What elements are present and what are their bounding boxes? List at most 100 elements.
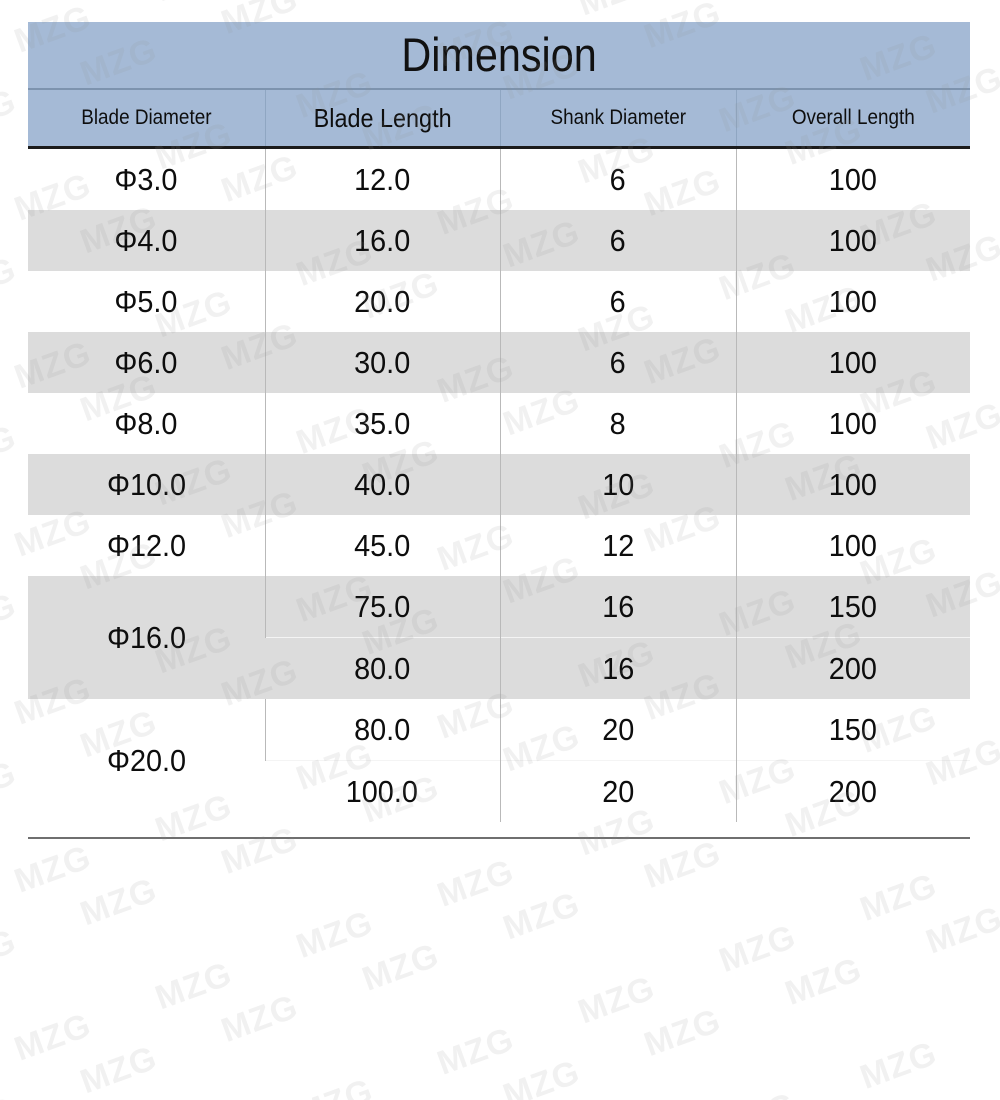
value-text: Φ16.0 bbox=[106, 619, 186, 655]
watermark-text: MZG bbox=[0, 921, 22, 985]
cell-shank-diameter: 6 bbox=[499, 271, 736, 332]
cell-overall-length: 100 bbox=[735, 271, 971, 332]
value-text: 150 bbox=[829, 588, 878, 624]
watermark-text: MZG bbox=[996, 310, 1000, 374]
value-text: 45.0 bbox=[354, 527, 411, 563]
table-row: Φ6.0 30.0 6 100 bbox=[28, 332, 971, 393]
value-text: 16 bbox=[601, 650, 635, 686]
cell-overall-length: 150 bbox=[735, 699, 971, 761]
value-text: 8 bbox=[609, 405, 627, 441]
value-text: 20.0 bbox=[354, 283, 411, 319]
value-text: Φ10.0 bbox=[106, 466, 186, 502]
table-row: Φ16.0 75.0 16 150 bbox=[28, 576, 971, 699]
watermark-text: MZG bbox=[996, 982, 1000, 1046]
value-text: Φ12.0 bbox=[106, 527, 186, 563]
table-row: Φ20.0 80.0 20 150 bbox=[28, 699, 971, 822]
cell-overall-length: 100 bbox=[735, 147, 971, 210]
cell-blade-diameter: Φ3.0 bbox=[28, 147, 265, 210]
value-text: Φ6.0 bbox=[114, 344, 178, 380]
watermark-text: MZG bbox=[780, 950, 867, 1013]
value-text: 200 bbox=[829, 650, 878, 686]
column-header-label: Overall Length bbox=[791, 106, 915, 129]
cell-overall-length: 100 bbox=[735, 332, 971, 393]
cell-blade-length: 80.0 bbox=[265, 637, 500, 699]
value-text: Φ4.0 bbox=[114, 222, 178, 258]
watermark-text: MZG bbox=[714, 917, 802, 981]
table-header-row: Blade Diameter Blade Length Shank Diamet… bbox=[28, 89, 971, 149]
watermark-text: MZG bbox=[291, 903, 379, 966]
watermark-text: MZG bbox=[0, 507, 30, 637]
cell-shank-diameter: 6 bbox=[499, 210, 736, 271]
table-row: Φ4.0 16.0 6 100 bbox=[28, 210, 971, 271]
watermark-text: MZG bbox=[150, 954, 238, 1018]
column-header-overall-length: Overall Length bbox=[735, 89, 971, 149]
cell-blade-diameter: Φ6.0 bbox=[28, 332, 265, 393]
dimension-table: Dimension Blade Diameter Blade Length Sh… bbox=[28, 22, 971, 822]
table-row: Φ5.0 20.0 6 100 bbox=[28, 271, 971, 332]
watermark-text: MZG bbox=[432, 852, 520, 915]
cell-blade-diameter: Φ12.0 bbox=[28, 515, 265, 576]
cell-overall-length: 100 bbox=[735, 210, 971, 271]
column-header-label: Shank Diameter bbox=[550, 106, 686, 129]
page-title: Dimension bbox=[401, 28, 597, 81]
cell-blade-diameter: Φ4.0 bbox=[28, 210, 265, 271]
cell-blade-length: 100.0 bbox=[265, 760, 500, 822]
watermark-text: MZG bbox=[498, 1052, 586, 1100]
watermark-row: MZGMZGMZGMZGMZGMZGMZGMZGMZGMZGMZGMZGMZGM… bbox=[0, 945, 1000, 1100]
value-text: 16 bbox=[601, 588, 635, 624]
cell-overall-length: 200 bbox=[735, 760, 971, 822]
value-text: Φ5.0 bbox=[114, 283, 178, 319]
cell-overall-length: 100 bbox=[735, 393, 971, 454]
watermark-text: MZG bbox=[996, 478, 1000, 542]
column-header-shank-diameter: Shank Diameter bbox=[499, 89, 736, 149]
watermark-text: MZG bbox=[996, 814, 1000, 878]
cell-overall-length: 100 bbox=[735, 515, 971, 576]
watermark-text: MZG bbox=[143, 1077, 313, 1100]
value-text: 6 bbox=[609, 344, 627, 380]
watermark-text: MZG bbox=[565, 1091, 735, 1100]
table-bottom-rule bbox=[28, 837, 970, 839]
column-header-blade-diameter: Blade Diameter bbox=[28, 89, 265, 149]
cell-shank-diameter: 6 bbox=[499, 147, 736, 210]
cell-blade-length: 75.0 bbox=[264, 576, 500, 638]
watermark-text: MZG bbox=[349, 0, 519, 12]
watermark-text: MZG bbox=[9, 1005, 97, 1069]
cell-shank-diameter: 10 bbox=[499, 454, 736, 515]
cell-blade-length: 35.0 bbox=[264, 393, 500, 454]
cell-blade-diameter: Φ16.0 bbox=[28, 576, 265, 699]
cell-shank-diameter: 16 bbox=[499, 637, 736, 699]
table-row: Φ3.0 12.0 6 100 bbox=[28, 147, 971, 210]
value-text: Φ8.0 bbox=[114, 405, 178, 441]
value-text: 40.0 bbox=[354, 466, 411, 502]
watermark-text: MZG bbox=[996, 142, 1000, 206]
value-text: 6 bbox=[609, 283, 627, 319]
cell-shank-diameter: 20 bbox=[499, 699, 736, 761]
cell-blade-length: 45.0 bbox=[264, 515, 500, 576]
cell-blade-diameter: Φ20.0 bbox=[28, 699, 265, 822]
watermark-row: MZGMZGMZGMZGMZGMZGMZGMZGMZGMZGMZGMZGMZGM… bbox=[0, 836, 1000, 1100]
watermark-text: MZG bbox=[283, 1025, 453, 1100]
table-row: Φ8.0 35.0 8 100 bbox=[28, 393, 971, 454]
table-row: Φ12.0 45.0 12 100 bbox=[28, 515, 971, 576]
watermark-row: MZGMZGMZGMZGMZGMZGMZGMZGMZGMZGMZGMZGMZGM… bbox=[0, 777, 1000, 1100]
watermark-text: MZG bbox=[357, 936, 445, 999]
cell-overall-length: 100 bbox=[735, 454, 971, 515]
watermark-text: MZG bbox=[706, 1039, 876, 1100]
watermark-text: MZG bbox=[0, 3, 30, 133]
dimension-table-container: Dimension Blade Diameter Blade Length Sh… bbox=[28, 22, 971, 822]
cell-shank-diameter: 8 bbox=[499, 393, 736, 454]
cell-blade-length: 30.0 bbox=[264, 332, 500, 393]
value-text: 80.0 bbox=[354, 650, 411, 686]
value-text: 100 bbox=[829, 344, 878, 380]
value-text: 12.0 bbox=[354, 161, 411, 197]
value-text: 20 bbox=[601, 773, 635, 809]
watermark-text: MZG bbox=[855, 866, 942, 929]
watermark-text: MZG bbox=[996, 646, 1000, 710]
watermark-text: MZG bbox=[75, 870, 163, 934]
watermark-text: MZG bbox=[0, 843, 30, 973]
cell-blade-length: 80.0 bbox=[264, 699, 500, 761]
cell-shank-diameter: 6 bbox=[499, 332, 736, 393]
watermark-text: MZG bbox=[0, 675, 30, 805]
watermark-text: MZG bbox=[996, 0, 1000, 38]
value-text: 100 bbox=[829, 405, 878, 441]
